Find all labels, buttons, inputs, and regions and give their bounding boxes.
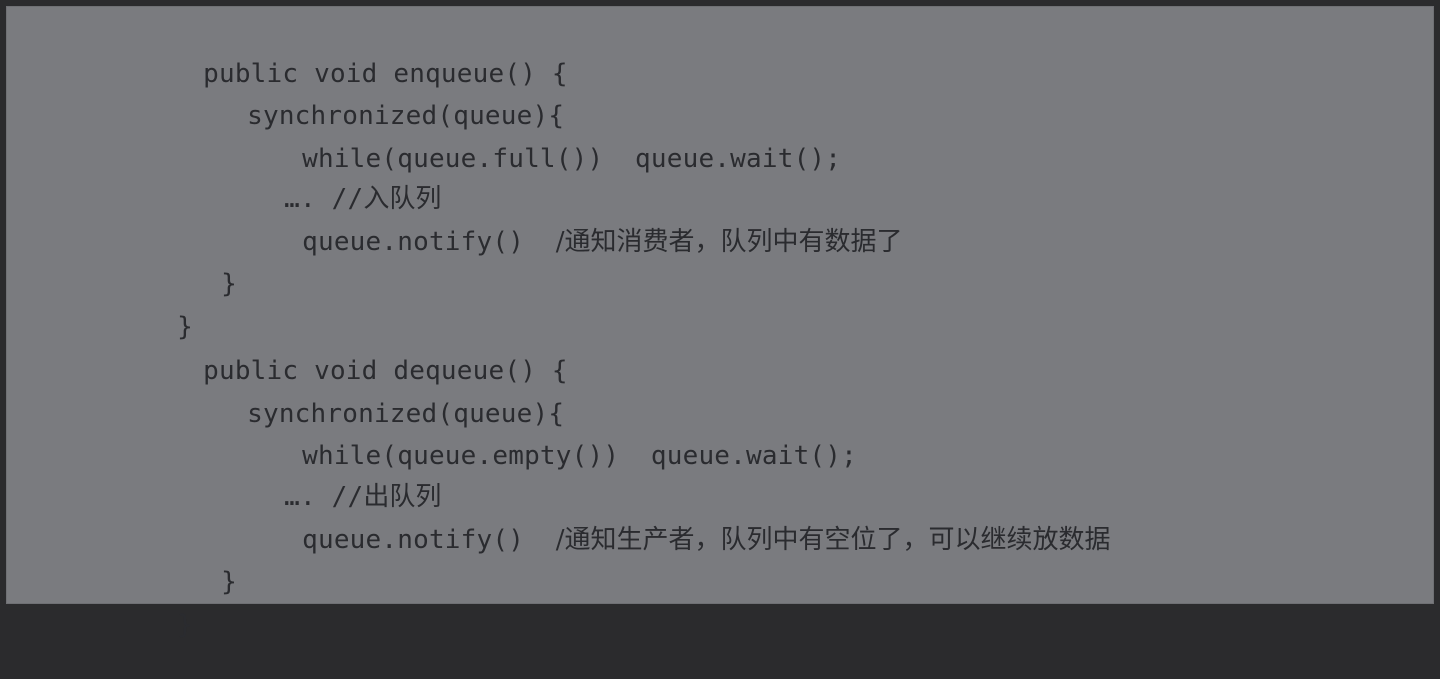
code-line-close-brace-3: } (126, 528, 237, 597)
code-line-enqueue-comment: …. //入队列 (189, 145, 441, 214)
code-text: queue.notify() (302, 525, 556, 555)
code-line-synchronized-2: synchronized(queue){ (152, 360, 564, 429)
code-line-close-brace-4: } (82, 571, 193, 640)
code-line-enqueue-signature: public void enqueue() { (108, 20, 568, 89)
code-line-dequeue-comment: …. //出队列 (189, 443, 441, 512)
code-text: } (221, 567, 237, 597)
code-line-while-empty: while(queue.empty()) queue.wait(); (207, 402, 857, 471)
code-text: } (221, 269, 237, 299)
code-line-close-brace-2: } (82, 273, 193, 342)
screenshot-frame: public void enqueue() { synchronized(que… (0, 0, 1440, 640)
code-block: public void enqueue() { synchronized(que… (6, 6, 1434, 640)
code-comment: /通知生产者，队列中有空位了，可以继续放数据 (555, 525, 1111, 555)
code-text: } (177, 610, 193, 640)
code-line-notify-producer: queue.notify() /通知生产者，队列中有空位了，可以继续放数据 (207, 486, 1110, 555)
code-line-notify-consumer: queue.notify() /通知消费者，队列中有数据了 (207, 188, 902, 257)
code-line-while-full: while(queue.full()) queue.wait(); (207, 105, 841, 174)
code-text: queue.notify() (302, 227, 556, 257)
code-comment: /通知消费者，队列中有数据了 (555, 227, 903, 257)
code-line-dequeue-signature: public void dequeue() { (108, 317, 568, 386)
code-line-synchronized-1: synchronized(queue){ (152, 62, 564, 131)
code-line-close-brace-1: } (126, 230, 237, 299)
